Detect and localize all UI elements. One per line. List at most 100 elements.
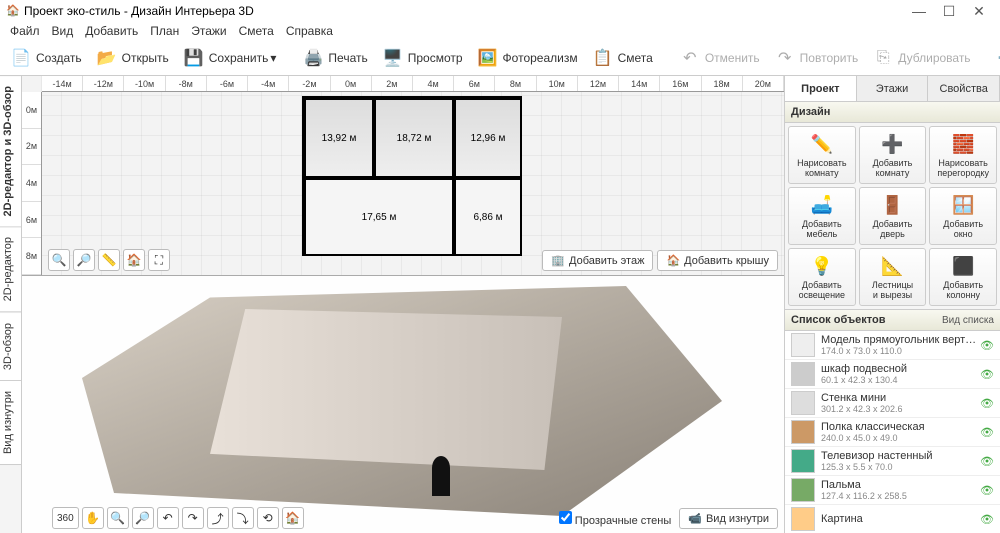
add-roof-button[interactable]: 🏠Добавить крышу [657,250,778,271]
floor-3d [82,286,722,516]
vtab-3[interactable]: Вид изнутри [0,381,21,465]
design-cell-6[interactable]: 💡Добавитьосвещение [788,248,856,306]
design-cell-8[interactable]: ⬛Добавитьколонну [929,248,997,306]
chevron-down-icon: ▾ [270,51,276,65]
gear-icon: ⚙️ [997,47,1000,69]
menu-Добавить[interactable]: Добавить [79,24,144,38]
visibility-icon[interactable]: 👁 [980,455,994,468]
print-button[interactable]: 🖨️Печать [296,45,373,71]
object-thumb [791,507,815,531]
vtab-1[interactable]: 2D-редактор [0,227,21,312]
estimate-icon: 📋 [592,47,614,69]
design-cell-7[interactable]: 📐Лестницыи вырезы [859,248,927,306]
vtab-0[interactable]: 2D-редактор и 3D-обзор [0,76,21,227]
vtab-2[interactable]: 3D-обзор [0,313,21,381]
room-1[interactable]: 13,92 м [304,98,374,178]
ruler-vertical: 0м2м4м6м8м [22,92,42,275]
fit-button[interactable]: ⛶ [148,249,170,271]
room-5[interactable]: 6,86 м [454,178,522,256]
view-360-button[interactable]: 360 [52,507,79,529]
design-cell-2[interactable]: 🧱Нарисоватьперегородку [929,126,997,184]
design-icon-3: 🛋️ [810,193,834,217]
floor-icon: 🏢 [551,254,565,267]
preview-button[interactable]: 🖥️Просмотр [376,45,469,71]
floorplan[interactable]: 13,92 м 18,72 м 12,96 м 17,65 м 6,86 м [302,96,522,256]
menu-Файл[interactable]: Файл [4,24,46,38]
menu-Справка[interactable]: Справка [280,24,339,38]
room-2[interactable]: 18,72 м [374,98,454,178]
transparent-walls-checkbox[interactable]: Прозрачные стены [559,511,672,527]
right-tab-Проект[interactable]: Проект [785,76,857,101]
menu-Вид[interactable]: Вид [46,24,80,38]
design-cell-0[interactable]: ✏️Нарисоватькомнату [788,126,856,184]
room-4[interactable]: 17,65 м [304,178,454,256]
add-floor-button[interactable]: 🏢Добавить этаж [542,250,653,271]
reset-view-button[interactable]: ⟲ [257,507,279,529]
duplicate-button[interactable]: ⎘Дублировать [866,45,976,71]
room-3[interactable]: 12,96 м [454,98,522,178]
redo-button[interactable]: ↷Повторить [768,45,865,71]
close-button[interactable]: ✕ [964,3,994,20]
plan-2d-view[interactable]: -14м-12м-10м-8м-6м-4м-2м0м2м4м6м8м10м12м… [22,76,784,276]
tilt-up-button[interactable]: ⤴ [207,507,229,529]
zoom-out-3d-button[interactable]: 🔍 [107,507,129,529]
object-item-0[interactable]: Модель прямоугольник вертик...174.0 x 73… [785,331,1000,360]
home-3d-button[interactable]: 🏠 [282,507,304,529]
duplicate-icon: ⎘ [872,47,894,69]
visibility-icon[interactable]: 👁 [980,513,994,526]
design-icon-6: 💡 [810,254,834,278]
object-item-6[interactable]: Картина👁 [785,505,1000,533]
object-item-2[interactable]: Стенка мини301.2 x 42.3 x 202.6👁 [785,389,1000,418]
menu-Этажи[interactable]: Этажи [185,24,232,38]
printer-icon: 🖨️ [302,47,324,69]
view-3d[interactable]: 360 ✋ 🔍 🔎 ↶ ↷ ⤴ ⤵ ⟲ 🏠 Прозрачные стены 📹… [22,276,784,533]
create-button[interactable]: 📄Создать [4,45,88,71]
pan-button[interactable]: ✋ [82,507,104,529]
inside-view-button[interactable]: 📹Вид изнутри [679,508,778,529]
zoom-in-button[interactable]: 🔎 [73,249,95,271]
rotate-ccw-button[interactable]: ↶ [157,507,179,529]
visibility-icon[interactable]: 👁 [980,397,994,410]
design-icon-8: ⬛ [951,254,975,278]
save-button[interactable]: 💾Сохранить▾ [177,45,283,71]
object-item-1[interactable]: шкаф подвесной60.1 x 42.3 x 130.4👁 [785,360,1000,389]
zoom-out-button[interactable]: 🔍 [48,249,70,271]
design-icon-1: ➕ [880,132,904,156]
estimate-button[interactable]: 📋Смета [586,45,659,71]
object-thumb [791,333,815,357]
visibility-icon[interactable]: 👁 [980,339,994,352]
right-tab-Свойства[interactable]: Свойства [928,76,1000,101]
design-cell-3[interactable]: 🛋️Добавитьмебель [788,187,856,245]
visibility-icon[interactable]: 👁 [980,484,994,497]
visibility-icon[interactable]: 👁 [980,368,994,381]
zoom-in-3d-button[interactable]: 🔎 [132,507,154,529]
roof-icon: 🏠 [666,254,680,267]
object-item-4[interactable]: Телевизор настенный125.3 x 5.5 x 70.0👁 [785,447,1000,476]
minimize-button[interactable]: — [904,3,934,19]
right-tab-Этажи[interactable]: Этажи [857,76,929,101]
open-button[interactable]: 📂Открыть [90,45,175,71]
design-icon-4: 🚪 [880,193,904,217]
measure-button[interactable]: 📏 [98,249,120,271]
design-icon-2: 🧱 [951,132,975,156]
undo-button[interactable]: ↶Отменить [673,45,766,71]
design-cell-4[interactable]: 🚪Добавитьдверь [859,187,927,245]
home-button[interactable]: 🏠 [123,249,145,271]
design-cell-5[interactable]: 🪟Добавитьокно [929,187,997,245]
settings-button[interactable]: ⚙️ [991,45,1000,71]
visibility-icon[interactable]: 👁 [980,426,994,439]
design-cell-1[interactable]: ➕Добавитькомнату [859,126,927,184]
object-item-3[interactable]: Полка классическая240.0 x 45.0 x 49.0👁 [785,418,1000,447]
menu-План[interactable]: План [144,24,185,38]
maximize-button[interactable]: ☐ [934,3,964,20]
menu-Смета[interactable]: Смета [233,24,280,38]
tilt-down-button[interactable]: ⤵ [232,507,254,529]
view-tabs: 2D-редактор и 3D-обзор2D-редактор3D-обзо… [0,76,22,533]
rotate-cw-button[interactable]: ↷ [182,507,204,529]
undo-icon: ↶ [679,47,701,69]
object-thumb [791,391,815,415]
list-view-toggle[interactable]: Вид списка [942,315,994,326]
object-item-5[interactable]: Пальма127.4 x 116.2 x 258.5👁 [785,476,1000,505]
photoreal-button[interactable]: 🖼️Фотореализм [471,45,584,71]
redo-icon: ↷ [774,47,796,69]
